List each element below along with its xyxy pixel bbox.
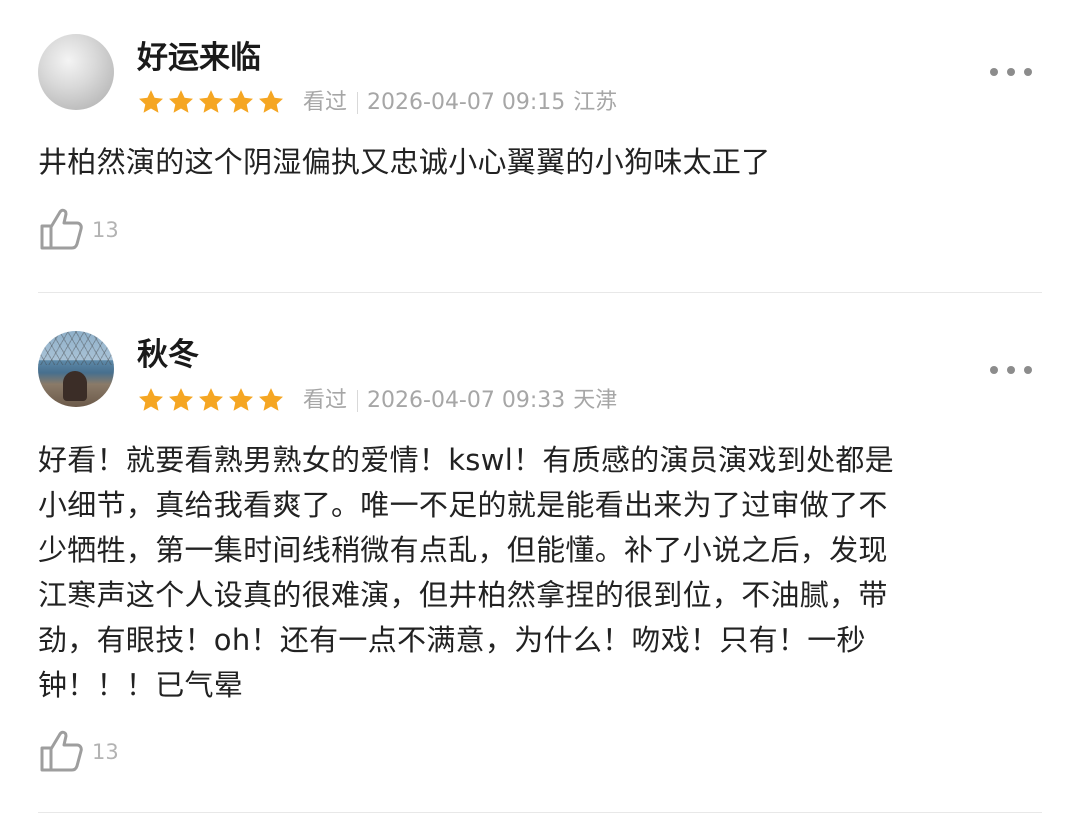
review-datetime: 2026-04-07 09:15 <box>367 90 566 115</box>
meta-divider <box>357 390 359 412</box>
review-content: 好看！就要看熟男熟女的爱情！kswl！有质感的演员演戏到处都是 小细节，真给我看… <box>38 438 1048 708</box>
star-icon <box>169 90 193 113</box>
review-meta: 看过 2026-04-07 09:33 天津 <box>303 387 617 415</box>
divider <box>38 812 1042 813</box>
avatar[interactable] <box>38 34 114 110</box>
star-icon <box>259 388 283 411</box>
review-content-line: 小细节，真给我看爽了。唯一不足的就是能看出来为了过审做了不 <box>38 488 888 522</box>
like-count: 13 <box>92 218 119 242</box>
like-button[interactable]: 13 <box>38 204 119 252</box>
review-location: 天津 <box>573 388 618 413</box>
username[interactable]: 秋冬 <box>137 337 199 373</box>
review-content: 井柏然演的这个阴湿偏执又忠诚小心翼翼的小狗味太正了 <box>38 145 771 179</box>
username[interactable]: 好运来临 <box>137 40 261 76</box>
rating-stars <box>137 88 285 116</box>
star-icon <box>139 90 163 113</box>
rating-stars <box>137 386 285 414</box>
watched-label: 看过 <box>303 90 348 115</box>
like-button[interactable]: 13 <box>38 726 119 774</box>
star-icon <box>199 90 223 113</box>
divider <box>38 292 1042 293</box>
more-icon[interactable] <box>990 62 1032 82</box>
review-meta: 看过 2026-04-07 09:15 江苏 <box>303 89 617 117</box>
star-icon <box>169 388 193 411</box>
like-count: 13 <box>92 740 119 764</box>
review-location: 江苏 <box>573 90 618 115</box>
star-icon <box>229 90 253 113</box>
star-icon <box>139 388 163 411</box>
thumbs-up-icon <box>40 730 83 772</box>
star-icon <box>259 90 283 113</box>
more-icon[interactable] <box>990 360 1032 380</box>
avatar[interactable] <box>38 331 114 407</box>
review-datetime: 2026-04-07 09:33 <box>367 388 566 413</box>
star-icon <box>229 388 253 411</box>
review-content-line: 钟！！！已气晕 <box>38 668 244 702</box>
review-content-line: 江寒声这个人设真的很难演，但井柏然拿捏的很到位，不油腻，带 <box>38 578 888 612</box>
watched-label: 看过 <box>303 388 348 413</box>
review-content-line: 好看！就要看熟男熟女的爱情！kswl！有质感的演员演戏到处都是 <box>38 443 894 477</box>
meta-divider <box>357 92 359 114</box>
review-content-line: 少牺牲，第一集时间线稍微有点乱，但能懂。补了小说之后，发现 <box>38 533 888 567</box>
review-content-line: 劲，有眼技！oh！还有一点不满意，为什么！吻戏！只有！一秒 <box>38 623 866 657</box>
thumbs-up-icon <box>40 208 83 250</box>
star-icon <box>199 388 223 411</box>
